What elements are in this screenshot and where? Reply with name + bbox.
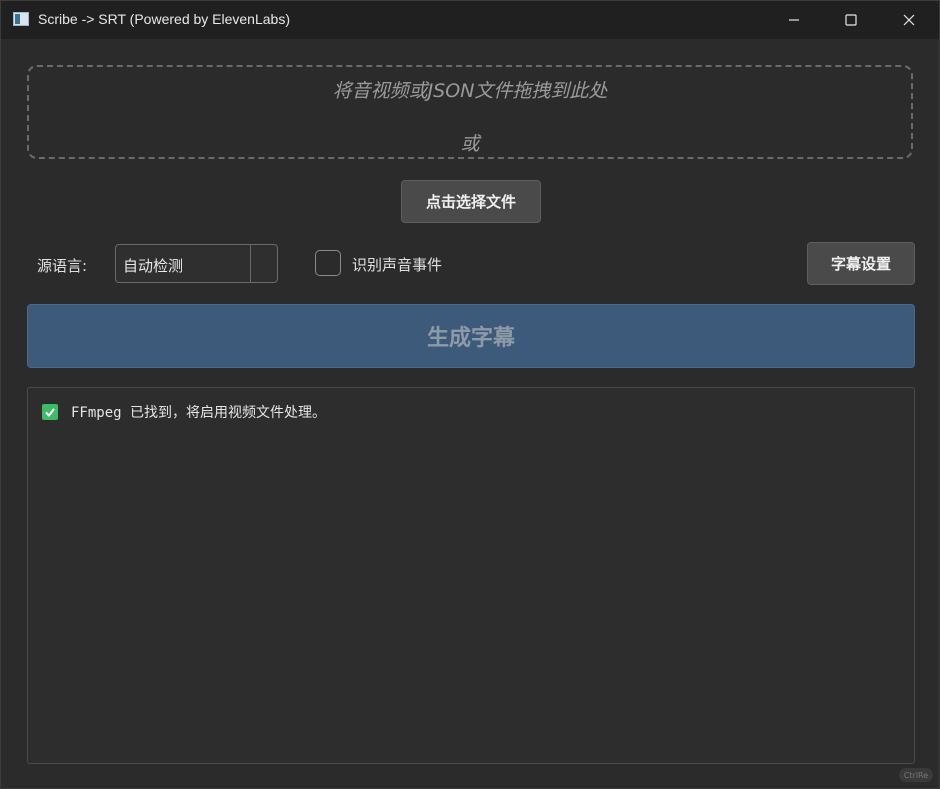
window-title: Scribe -> SRT (Powered by ElevenLabs) — [38, 11, 290, 27]
app-icon — [13, 12, 29, 26]
log-entry-text: FFmpeg 已找到，将启用视频文件处理。 — [71, 405, 327, 421]
source-language-value: 自动检测 — [123, 257, 184, 275]
minimize-icon — [789, 19, 799, 21]
check-icon — [42, 404, 58, 420]
dropdown-arrow-button[interactable] — [250, 245, 277, 282]
sound-events-label[interactable]: 识别声音事件 — [352, 254, 442, 275]
file-drop-zone[interactable]: 将音视频或JSON文件拖拽到此处 或 — [27, 65, 913, 159]
generate-subtitles-button[interactable]: 生成字幕 — [27, 304, 915, 368]
source-language-label: 源语言: — [37, 257, 88, 275]
log-entry: FFmpeg 已找到，将启用视频文件处理。 — [42, 402, 326, 422]
minimize-button[interactable] — [765, 1, 823, 39]
select-file-button[interactable]: 点击选择文件 — [401, 180, 541, 223]
source-language-select[interactable]: 自动检测 — [115, 244, 278, 283]
log-panel[interactable]: FFmpeg 已找到，将启用视频文件处理。 — [27, 387, 915, 764]
drop-zone-or: 或 — [460, 133, 480, 155]
app-window: Scribe -> SRT (Powered by ElevenLabs) 将音… — [0, 0, 940, 789]
main-content: 将音视频或JSON文件拖拽到此处 或 点击选择文件 源语言: 自动检测 识别声音… — [1, 39, 939, 788]
close-button[interactable] — [880, 1, 938, 39]
maximize-icon — [845, 14, 857, 26]
sound-events-checkbox[interactable] — [315, 250, 341, 276]
corner-badge: CtrlRe — [899, 768, 933, 782]
maximize-button[interactable] — [822, 1, 880, 39]
close-icon — [903, 14, 915, 26]
subtitle-settings-button[interactable]: 字幕设置 — [807, 242, 915, 285]
title-bar[interactable]: Scribe -> SRT (Powered by ElevenLabs) — [1, 1, 939, 39]
drop-zone-prompt: 将音视频或JSON文件拖拽到此处 — [332, 80, 608, 102]
